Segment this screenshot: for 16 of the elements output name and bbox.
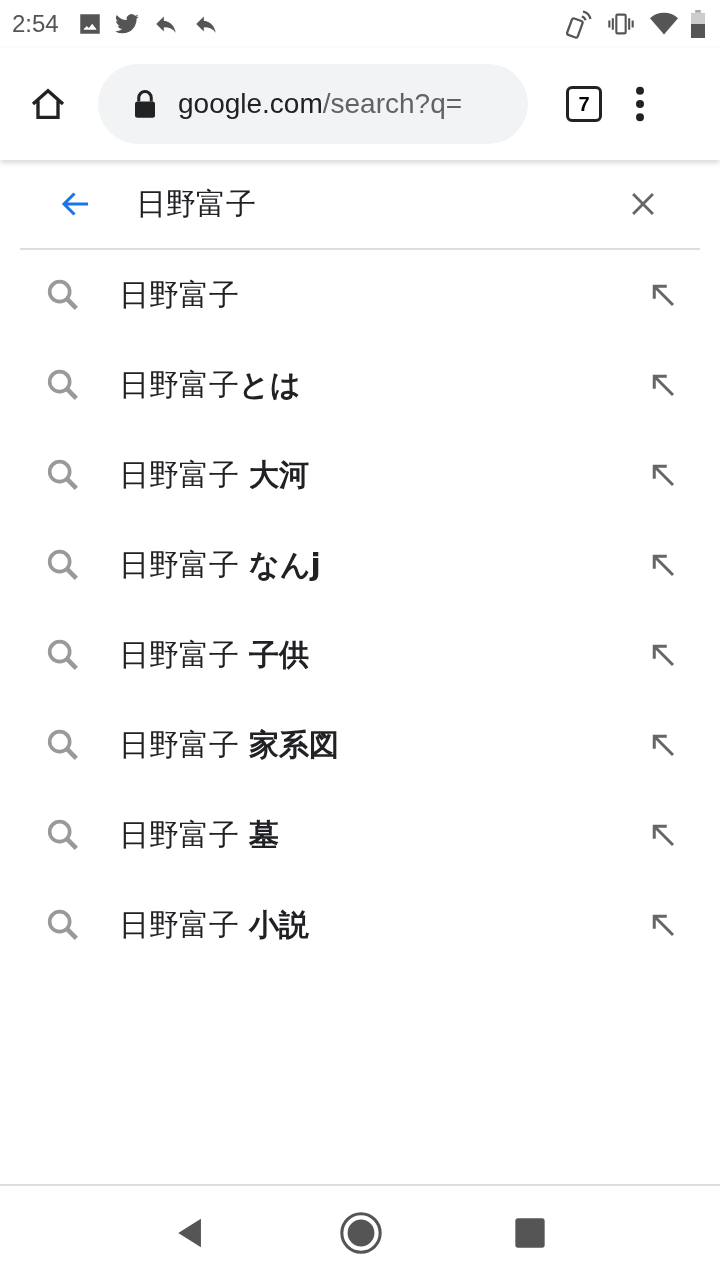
status-time: 2:54 [12,10,59,38]
suggestion-item[interactable]: 日野富子 家系図 [119,724,648,766]
suggestion-item[interactable]: 日野富子 大河 [119,454,648,496]
suggestion-item[interactable]: 日野富子 なんj [119,544,648,586]
tab-count-button[interactable]: 7 [566,86,602,122]
suggestion-item[interactable]: 日野富子 子供 [119,634,648,676]
url-field[interactable]: google.com/search?q= [98,64,528,144]
suggestion-item[interactable]: 日野富子とは [119,364,648,406]
suggestion-item[interactable]: 日野富子 [119,274,648,316]
lock-icon [132,89,158,119]
search-input[interactable]: 日野富子 [136,183,626,225]
suggestion-item[interactable]: 日野富子 墓 [119,814,648,856]
suggestion-item[interactable]: 日野富子 小説 [119,904,648,946]
battery-icon [690,10,706,38]
overview-nav-icon[interactable] [514,1217,546,1249]
home-nav-icon[interactable] [338,1210,384,1256]
